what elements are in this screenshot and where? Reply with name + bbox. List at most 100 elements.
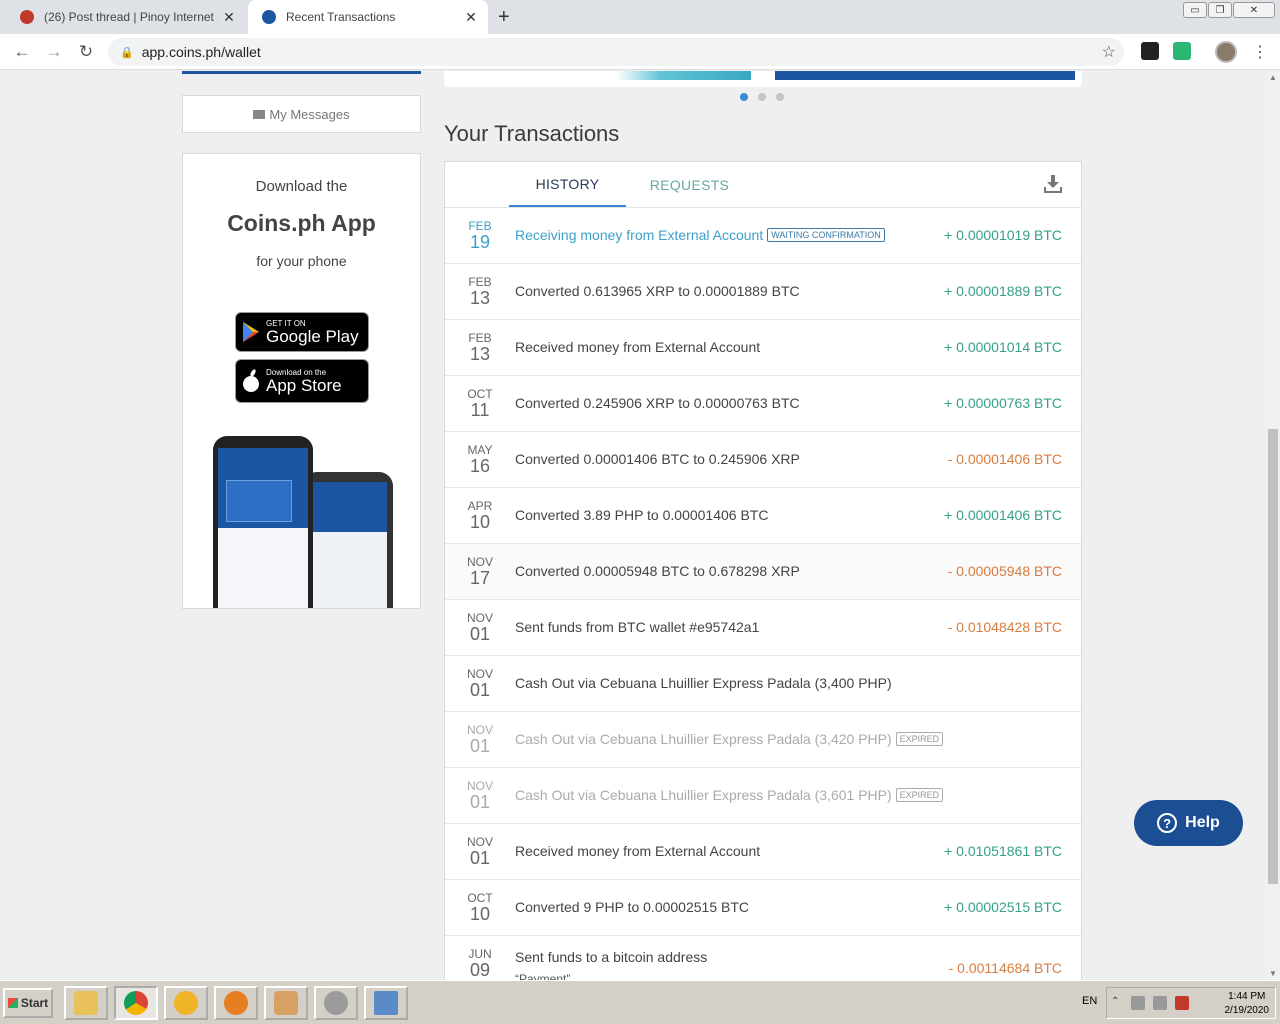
taskbar-chrome[interactable] xyxy=(114,986,158,1020)
transaction-row[interactable]: FEB 19 Receiving money from External Accou… xyxy=(445,208,1081,264)
ccleaner-icon xyxy=(224,991,248,1015)
transaction-row[interactable]: FEB 13 Converted 0.613965 XRP to 0.0000188… xyxy=(445,264,1081,320)
transaction-description-text: Sent funds from BTC wallet #e95742a1 xyxy=(515,619,760,635)
shield-icon xyxy=(174,991,198,1015)
transaction-date: OCT 11 xyxy=(455,388,505,419)
forward-icon[interactable]: → xyxy=(42,40,66,64)
transaction-row[interactable]: JUN 09 Sent funds to a bitcoin address “Pay… xyxy=(445,936,1081,980)
taskbar-hand-tool[interactable] xyxy=(264,986,308,1020)
transaction-day: 13 xyxy=(469,344,491,364)
transaction-date: NOV 01 xyxy=(455,724,505,755)
clock[interactable]: 1:44 PM 2/19/2020 xyxy=(1225,990,1270,1018)
network-icon[interactable] xyxy=(1153,996,1167,1010)
transaction-row[interactable]: NOV 01 Received money from External Accoun… xyxy=(445,824,1081,880)
profile-avatar[interactable] xyxy=(1215,41,1237,63)
transaction-description-text: Cash Out via Cebuana Lhuillier Express P… xyxy=(515,675,892,691)
new-tab-button[interactable]: + xyxy=(498,6,510,29)
transaction-day: 01 xyxy=(469,680,491,700)
transaction-description: Converted 3.89 PHP to 0.00001406 BTC xyxy=(515,507,768,523)
start-button[interactable]: Start xyxy=(3,988,53,1018)
close-tab-icon[interactable]: ✕ xyxy=(460,9,482,26)
transaction-description: Received money from External Account xyxy=(515,843,760,859)
transaction-description-text: Converted 3.89 PHP to 0.00001406 BTC xyxy=(515,507,769,523)
transaction-description: Converted 0.245906 XRP to 0.00000763 BTC xyxy=(515,395,800,411)
close-tab-icon[interactable]: ✕ xyxy=(218,9,240,26)
envelope-icon xyxy=(253,109,266,119)
coins-favicon-icon xyxy=(262,10,276,24)
browser-tabbar: (26) Post thread | Pinoy Internet an ✕ R… xyxy=(0,0,1280,34)
scroll-up-icon[interactable]: ▲ xyxy=(1269,73,1277,82)
language-indicator[interactable]: EN xyxy=(1082,995,1097,1007)
taskbar-settings[interactable] xyxy=(314,986,358,1020)
transaction-description-text: Converted 0.245906 XRP to 0.00000763 BTC xyxy=(515,395,800,411)
tab-requests[interactable]: REQUESTS xyxy=(631,162,748,207)
transaction-date: NOV 01 xyxy=(455,612,505,643)
transaction-note: “Payment” xyxy=(515,972,571,980)
my-messages-label: My Messages xyxy=(269,106,350,122)
scroll-down-icon[interactable]: ▼ xyxy=(1269,969,1277,978)
page-viewport: My Messages Download the Coins.ph App fo… xyxy=(0,71,1266,980)
minimize-button[interactable]: ▭ xyxy=(1183,2,1207,18)
transaction-description: Converted 0.00005948 BTC to 0.678298 XRP xyxy=(515,563,800,579)
help-button[interactable]: ? Help xyxy=(1134,800,1243,846)
url-text: app.coins.ph/wallet xyxy=(141,44,261,60)
google-play-button[interactable]: GET IT ON Google Play xyxy=(235,312,369,352)
transaction-row[interactable]: OCT 10 Converted 9 PHP to 0.00002515 BTC + … xyxy=(445,880,1081,936)
transaction-day: 09 xyxy=(469,960,491,980)
google-play-big: Google Play xyxy=(266,326,359,346)
transaction-row[interactable]: MAY 16 Converted 0.00001406 BTC to 0.24590… xyxy=(445,432,1081,488)
transaction-date: OCT 10 xyxy=(455,892,505,923)
transaction-description-text: Converted 9 PHP to 0.00002515 BTC xyxy=(515,899,750,915)
maximize-button[interactable]: ❐ xyxy=(1208,2,1232,18)
vpn-extension-icon[interactable] xyxy=(1173,42,1191,60)
page-scrollbar[interactable]: ▲ ▼ xyxy=(1266,71,1280,980)
help-label: Help xyxy=(1185,814,1220,831)
taskbar-explorer[interactable] xyxy=(64,986,108,1020)
transaction-month: NOV xyxy=(466,611,493,625)
my-messages-button[interactable]: My Messages xyxy=(182,95,421,133)
transaction-day: 01 xyxy=(469,736,491,756)
close-window-button[interactable]: ✕ xyxy=(1233,2,1275,18)
taskbar-window[interactable] xyxy=(364,986,408,1020)
volume-icon[interactable] xyxy=(1131,996,1145,1010)
address-bar[interactable]: 🔒 app.coins.ph/wallet ☆ xyxy=(108,38,1124,66)
back-icon[interactable]: ← xyxy=(10,40,34,64)
transaction-row[interactable]: APR 10 Converted 3.89 PHP to 0.00001406 BT… xyxy=(445,488,1081,544)
transaction-row[interactable]: FEB 13 Received money from External Accoun… xyxy=(445,320,1081,376)
bookmark-star-icon[interactable]: ☆ xyxy=(1102,42,1116,62)
taskbar-vpn[interactable] xyxy=(164,986,208,1020)
menu-kebab-icon[interactable]: ⋮ xyxy=(1252,42,1268,62)
transaction-month: JUN xyxy=(468,947,492,961)
promo-banner-2[interactable] xyxy=(775,71,1075,80)
transaction-row[interactable]: NOV 17 Converted 0.00005948 BTC to 0.67829… xyxy=(445,544,1081,600)
transaction-row[interactable]: NOV 01 Cash Out via Cebuana Lhuillier Expr… xyxy=(445,712,1081,768)
pdf-extension-icon[interactable] xyxy=(1141,42,1159,60)
flag-icon[interactable] xyxy=(1175,996,1189,1010)
tray-arrow-icon[interactable]: ⌃ xyxy=(1111,996,1125,1010)
carousel-dot[interactable] xyxy=(740,93,748,101)
transaction-row[interactable]: NOV 01 Cash Out via Cebuana Lhuillier Expr… xyxy=(445,768,1081,824)
transaction-month: OCT xyxy=(467,891,493,905)
transaction-description: Cash Out via Cebuana Lhuillier Express P… xyxy=(515,787,944,803)
carousel-dots xyxy=(740,93,784,101)
transaction-row[interactable]: OCT 11 Converted 0.245906 XRP to 0.0000076… xyxy=(445,376,1081,432)
browser-tab-transactions[interactable]: Recent Transactions ✕ xyxy=(248,0,488,34)
tab-history[interactable]: HISTORY xyxy=(509,162,626,207)
transaction-row[interactable]: NOV 01 Cash Out via Cebuana Lhuillier Expr… xyxy=(445,656,1081,712)
browser-tab-pinoy[interactable]: (26) Post thread | Pinoy Internet an ✕ xyxy=(6,0,246,34)
reload-icon[interactable]: ↻ xyxy=(74,40,98,64)
promo-banner-1[interactable] xyxy=(452,71,751,80)
carousel-dot[interactable] xyxy=(758,93,766,101)
taskbar-ccleaner[interactable] xyxy=(214,986,258,1020)
transaction-day: 16 xyxy=(469,456,491,476)
transaction-row[interactable]: NOV 01 Sent funds from BTC wallet #e95742a… xyxy=(445,600,1081,656)
carousel-dot[interactable] xyxy=(776,93,784,101)
app-store-button[interactable]: Download on the App Store xyxy=(235,359,369,403)
transaction-day: 19 xyxy=(469,232,491,252)
download-icon[interactable] xyxy=(1043,174,1063,194)
download-line1: Download the xyxy=(255,178,348,195)
scrollbar-thumb[interactable] xyxy=(1268,429,1278,884)
browser-toolbar: ← → ↻ 🔒 app.coins.ph/wallet ☆ ⋮ xyxy=(0,34,1280,70)
page-title: Your Transactions xyxy=(444,121,620,146)
gear-icon xyxy=(324,991,348,1015)
